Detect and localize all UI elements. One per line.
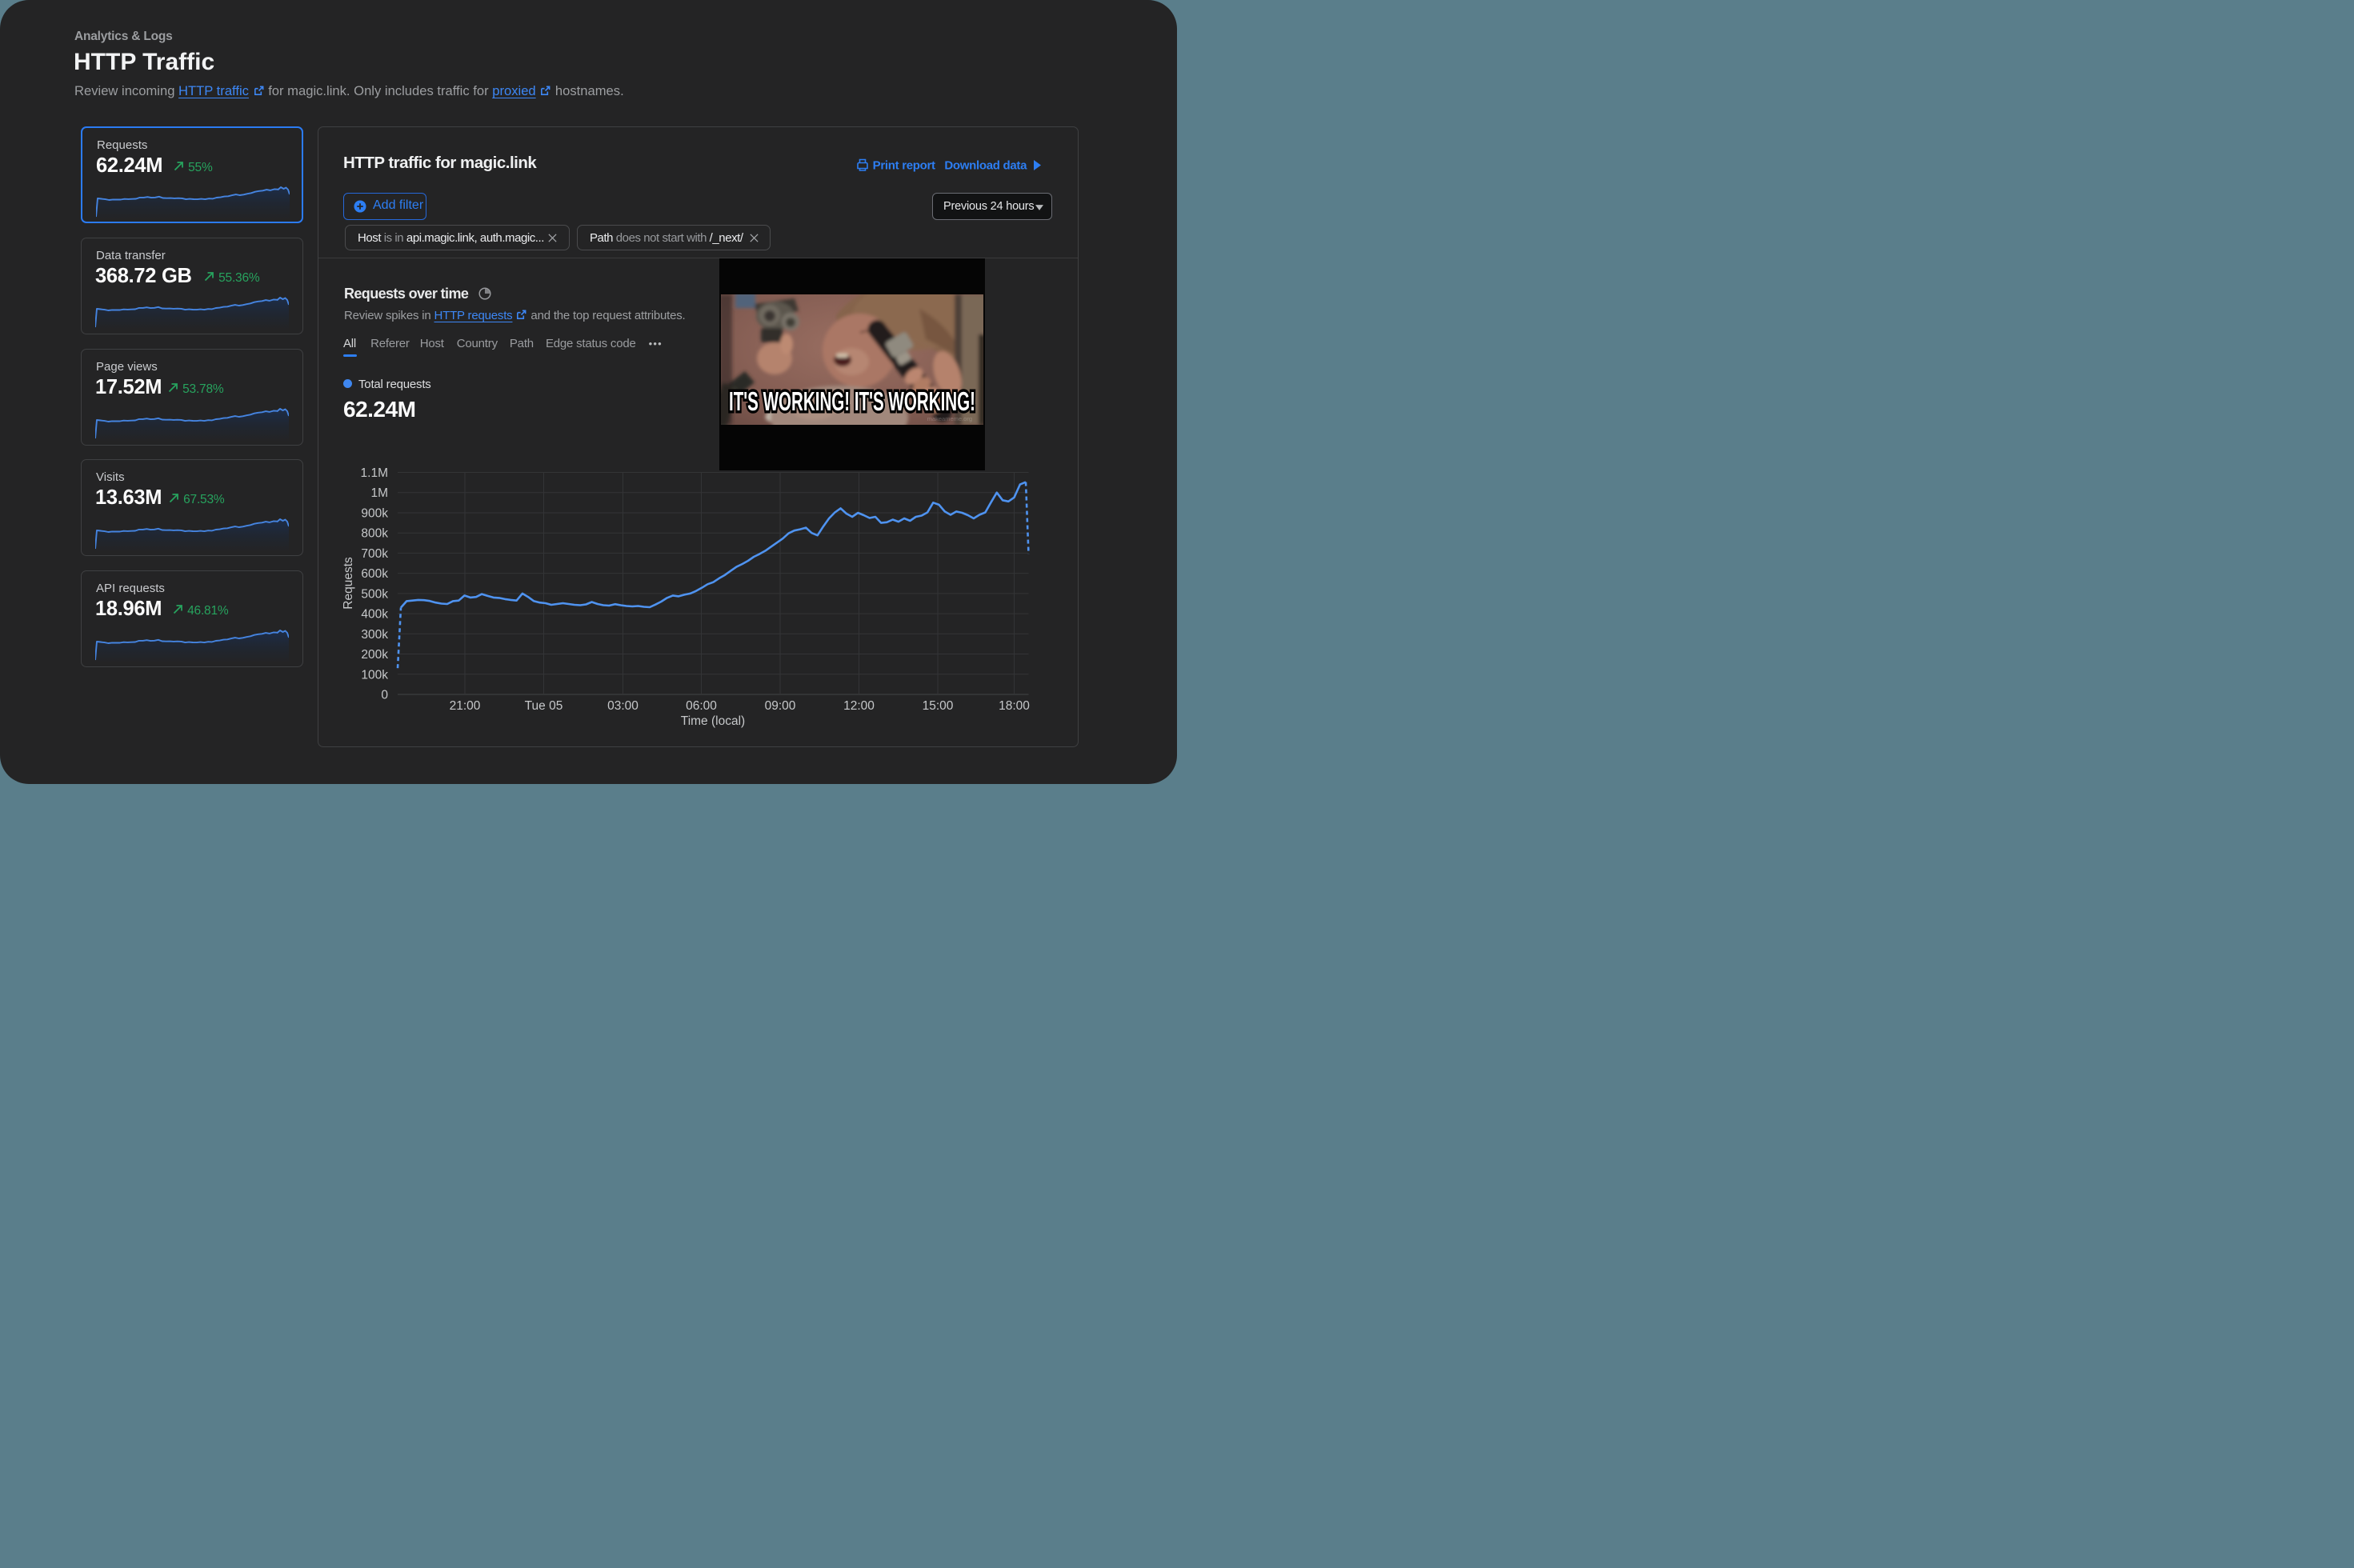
svg-text:IT'S WORKING! IT'S WORKING!: IT'S WORKING! IT'S WORKING!: [729, 386, 975, 416]
svg-text:1.1M: 1.1M: [361, 466, 388, 480]
svg-text:800k: 800k: [361, 527, 388, 541]
svg-text:09:00: 09:00: [765, 699, 796, 713]
svg-text:18:00: 18:00: [999, 699, 1030, 713]
svg-text:makeameme.org: makeameme.org: [927, 415, 972, 422]
svg-text:03:00: 03:00: [607, 699, 639, 713]
svg-text:600k: 600k: [361, 567, 388, 581]
svg-text:0: 0: [381, 689, 388, 702]
svg-text:700k: 700k: [361, 547, 388, 561]
svg-text:Time (local): Time (local): [681, 714, 745, 728]
svg-text:500k: 500k: [361, 587, 388, 601]
svg-text:06:00: 06:00: [686, 699, 717, 713]
svg-text:200k: 200k: [361, 648, 388, 662]
svg-text:400k: 400k: [361, 608, 388, 622]
svg-text:21:00: 21:00: [450, 699, 481, 713]
svg-text:15:00: 15:00: [923, 699, 954, 713]
svg-text:100k: 100k: [361, 668, 388, 682]
svg-text:Tue 05: Tue 05: [525, 699, 563, 713]
svg-text:Requests: Requests: [342, 557, 355, 610]
svg-text:300k: 300k: [361, 628, 388, 642]
svg-text:1M: 1M: [370, 486, 388, 500]
svg-text:900k: 900k: [361, 507, 388, 521]
svg-text:12:00: 12:00: [843, 699, 875, 713]
